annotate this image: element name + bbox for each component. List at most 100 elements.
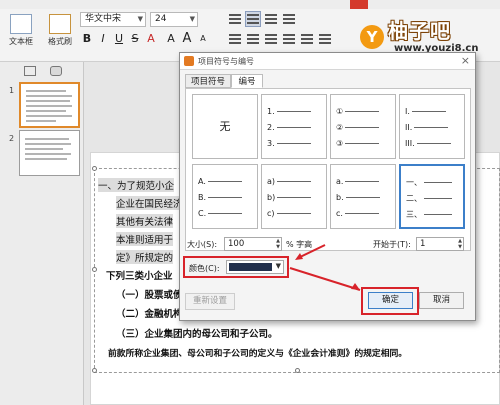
style-alpha-lower[interactable]: a. b. c. <box>330 164 396 229</box>
reset-button[interactable]: 重新设置 <box>185 293 235 310</box>
app-icon <box>184 56 194 66</box>
doc-line: 下列三类小企业 <box>106 271 173 282</box>
numbered-list-icon[interactable] <box>245 11 261 27</box>
spinner-arrows-icon[interactable]: ▲ ▼ <box>276 238 280 250</box>
style-marker: c. <box>336 209 343 218</box>
style-marker: c) <box>267 209 275 218</box>
format-painter-button[interactable]: 格式刷 <box>44 14 76 47</box>
line-spacing-icon[interactable] <box>318 32 332 46</box>
style-marker: B. <box>198 193 207 202</box>
tab-numbering[interactable]: 编号 <box>231 74 263 88</box>
style-marker: a) <box>267 177 276 186</box>
brand-logo-icon: Y <box>360 25 384 49</box>
ok-button[interactable]: 确定 <box>368 292 413 309</box>
brand-name: 柚子吧 <box>388 19 451 43</box>
align-right-icon[interactable] <box>264 32 278 46</box>
textbox-label: 文本框 <box>9 37 33 46</box>
style-marker: II. <box>405 123 413 132</box>
size-unit-label: % 字高 <box>286 240 313 249</box>
thumbnail-number: 1 <box>9 86 15 95</box>
grow-font-button[interactable]: A <box>180 32 194 46</box>
start-at-input[interactable]: 1 ▲ ▼ <box>416 237 464 251</box>
style-marker: b) <box>267 193 276 202</box>
style-marker: a. <box>336 177 344 186</box>
format-painter-label: 格式刷 <box>48 37 72 46</box>
style-circled-number[interactable]: ① ② ③ <box>330 94 396 159</box>
site-watermark: Y 柚子吧 www.youzi8.cn <box>352 13 498 57</box>
slide-thumbnail-1[interactable] <box>19 82 80 128</box>
align-center-icon[interactable] <box>246 32 260 46</box>
style-marker: ② <box>336 123 344 132</box>
thumbnail-number: 2 <box>9 134 15 143</box>
font-color-button[interactable]: A <box>144 32 158 46</box>
textbox-button[interactable]: 文本框 <box>6 14 36 47</box>
style-roman-upper[interactable]: I. II. III. <box>399 94 465 159</box>
doc-line: （三）企业集团内的母公司和子公司。 <box>116 329 278 340</box>
resize-handle[interactable] <box>92 267 97 272</box>
format-painter-icon <box>49 14 71 34</box>
chevron-down-icon: ▼ <box>137 15 143 23</box>
chevron-down-icon: ▼ <box>275 262 281 270</box>
style-chinese-number[interactable]: 一、 二、 三、 <box>399 164 465 229</box>
style-marker: 2. <box>267 123 275 132</box>
bold-button[interactable]: B <box>80 32 94 46</box>
align-left-icon[interactable] <box>228 32 242 46</box>
doc-line: 企业在国民经济 <box>116 196 183 210</box>
doc-line: 其他有关法律 <box>116 214 174 228</box>
textbox-icon <box>10 14 32 34</box>
font-size-select[interactable]: 24 ▼ <box>150 12 198 27</box>
tab-bullets[interactable]: 项目符号 <box>185 74 231 88</box>
style-numeric-period[interactable]: 1. 2. 3. <box>261 94 327 159</box>
numbering-style-gallery: 无 1. 2. 3. ① ② ③ I. II. III. A. B. C. a)… <box>185 88 471 251</box>
dialog-title: 项目符号与编号 <box>198 57 254 66</box>
color-swatch <box>229 263 272 271</box>
style-marker: 一、 <box>406 178 422 187</box>
slide-thumbnail-2[interactable] <box>19 130 80 176</box>
resize-handle[interactable] <box>92 368 97 373</box>
resize-handle[interactable] <box>295 368 300 373</box>
font-name-select[interactable]: 华文中宋 ▼ <box>80 12 146 27</box>
strikethrough-button[interactable]: S <box>128 32 142 46</box>
style-alpha-paren[interactable]: a) b) c) <box>261 164 327 229</box>
doc-line: 前款所称企业集团、母公司和子公司的定义与《企业会计准则》的规定相同。 <box>108 349 408 359</box>
doc-line: 一、为了规范小企 <box>98 178 175 192</box>
start-at-label: 开始于(T): <box>373 240 411 249</box>
shrink-font-button[interactable]: A <box>196 32 210 46</box>
color-picker[interactable]: ▼ <box>226 260 284 274</box>
slide-thumbnail-pane: 1 2 <box>0 62 84 405</box>
outdent-icon[interactable] <box>282 12 296 26</box>
italic-button[interactable]: I <box>96 32 110 46</box>
distribute-icon[interactable] <box>300 32 314 46</box>
resize-handle[interactable] <box>92 166 97 171</box>
shadow-button[interactable]: A <box>164 32 178 46</box>
cancel-button[interactable]: 取消 <box>419 292 464 309</box>
close-icon[interactable]: × <box>461 54 470 67</box>
style-marker: III. <box>405 139 415 148</box>
outline-view-icon[interactable] <box>24 66 36 76</box>
doc-line: （二）金融机构 <box>116 309 183 320</box>
size-label: 大小(S): <box>187 240 218 249</box>
style-marker: C. <box>198 209 207 218</box>
style-none[interactable]: 无 <box>192 94 258 159</box>
style-marker: A. <box>198 177 206 186</box>
justify-icon[interactable] <box>282 32 296 46</box>
indent-icon[interactable] <box>264 12 278 26</box>
slides-view-icon[interactable] <box>50 66 62 76</box>
style-marker: 1. <box>267 107 275 116</box>
spinner-arrows-icon[interactable]: ▲ ▼ <box>458 238 462 250</box>
bullets-numbering-dialog: 项目符号与编号 × 项目符号 编号 无 1. 2. 3. ① ② ③ I. II… <box>179 52 476 321</box>
style-marker: ① <box>336 107 344 116</box>
doc-line: 本准则适用于 <box>116 232 174 246</box>
size-input[interactable]: 100 ▲ ▼ <box>224 237 282 251</box>
font-name-value: 华文中宋 <box>85 14 122 24</box>
bullet-list-icon[interactable] <box>228 12 242 26</box>
doc-line: 定》所规定的 <box>116 250 174 264</box>
doc-line: （一）股票或债 <box>116 290 183 301</box>
color-label: 颜色(C): <box>189 264 220 273</box>
style-marker: 二、 <box>406 194 422 203</box>
style-marker: b. <box>336 193 344 202</box>
underline-button[interactable]: U <box>112 32 126 46</box>
app-badge <box>350 0 368 9</box>
style-none-label: 无 <box>219 120 231 133</box>
style-alpha-upper[interactable]: A. B. C. <box>192 164 258 229</box>
